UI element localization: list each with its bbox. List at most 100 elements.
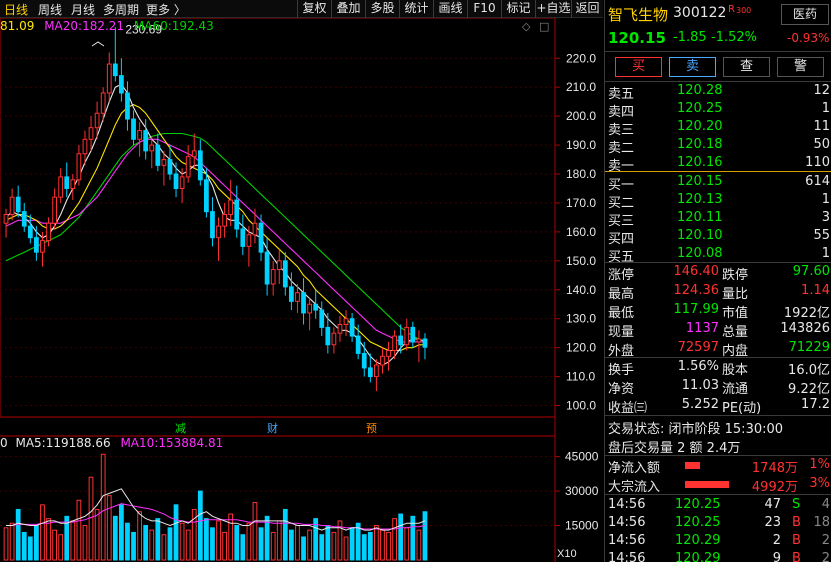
query-button[interactable]: 查 xyxy=(723,57,770,77)
volume-bar xyxy=(143,525,149,561)
tick-row[interactable]: 14:56 120.25 23 B 18 xyxy=(605,514,831,533)
flow-row[interactable]: 净流入额 1748万 1% xyxy=(605,456,831,476)
candle-body xyxy=(155,144,161,166)
ask-row[interactable]: 卖三 120.20 11 xyxy=(605,118,831,138)
sell-button[interactable]: 卖 xyxy=(669,57,716,77)
candle-body xyxy=(137,130,142,140)
tab-multi-period[interactable]: 多周期 xyxy=(103,1,139,18)
volume-bar xyxy=(52,529,57,561)
bid-price: 120.15 xyxy=(677,174,723,189)
event-marker-reduce[interactable]: 减 xyxy=(175,422,186,435)
volume-bar xyxy=(210,527,215,561)
tab-weekly[interactable]: 周线 xyxy=(38,1,62,18)
tab-daily[interactable]: 日线 xyxy=(4,1,28,18)
tab-monthly[interactable]: 月线 xyxy=(71,1,95,18)
ask-price: 120.20 xyxy=(677,119,723,134)
fund-label: 净资 xyxy=(608,382,635,397)
tick-row[interactable]: 14:56 120.29 9 B 2 xyxy=(605,550,831,562)
fund-value: 11.03 xyxy=(681,378,719,393)
volume-bar xyxy=(100,453,106,561)
candle-body xyxy=(301,292,306,314)
candle-body xyxy=(246,234,252,247)
stock-tag-num: 300 xyxy=(736,6,752,15)
fund-value: 1.56% xyxy=(677,359,719,374)
tick-row[interactable]: 14:56 120.25 47 S 4 xyxy=(605,496,831,515)
stat-row[interactable]: 外盘 72597 内盘 71229 xyxy=(605,339,831,359)
candle-body xyxy=(94,112,100,129)
candle-body xyxy=(143,130,149,152)
candle-body xyxy=(319,309,325,328)
sector-badge[interactable]: 医药 xyxy=(781,4,829,25)
volume-bar xyxy=(131,531,136,561)
volume-bar xyxy=(246,522,252,561)
volume-bar xyxy=(374,525,379,561)
ask-price: 120.16 xyxy=(677,155,723,170)
stat-row[interactable]: 最高 124.36 量比 1.14 xyxy=(605,282,831,302)
volume-multiplier-label: X10 xyxy=(557,548,577,560)
volume-bar xyxy=(76,499,82,561)
add-watchlist-button[interactable]: +自选 xyxy=(535,0,571,18)
volume-bar xyxy=(3,527,9,561)
y-tick-label: 160.0 xyxy=(566,225,596,239)
volume-bar xyxy=(40,504,45,561)
ask-row[interactable]: 卖四 120.25 1 xyxy=(605,100,831,120)
event-marker-finance[interactable]: 财 xyxy=(267,421,278,435)
stat-row[interactable]: 涨停 146.40 跌停 97.60 xyxy=(605,263,831,283)
stat-row[interactable]: 现量 1137 总量 143826 xyxy=(605,320,831,340)
volume-bar xyxy=(88,476,94,561)
tab-more[interactable]: 更多 〉 xyxy=(146,1,186,18)
candle-body xyxy=(380,355,385,366)
candle-body xyxy=(34,237,39,253)
back-button[interactable]: 返回 xyxy=(571,0,603,18)
tick-row[interactable]: 14:56 120.29 2 B 2 xyxy=(605,532,831,551)
after-hours-volume: 盘后交易量 2 额 2.4万 xyxy=(608,441,741,456)
bid-row[interactable]: 买二 120.13 1 xyxy=(605,191,831,211)
fundamental-row[interactable]: 收益㈢ 5.252 PE(动) 17.2 xyxy=(605,396,831,416)
stat-row[interactable]: 最低 117.99 市值 1922亿 xyxy=(605,301,831,321)
stat-value: 1922亿 xyxy=(783,306,830,321)
bid-row[interactable]: 买四 120.10 55 xyxy=(605,227,831,247)
fund-value: 17.2 xyxy=(801,397,830,412)
bid-row[interactable]: 买一 120.15 614 xyxy=(605,173,831,193)
ask-row[interactable]: 卖五 120.28 12 xyxy=(605,82,831,102)
bid-price: 120.13 xyxy=(677,192,723,207)
volume-bar xyxy=(289,529,294,561)
ask-row[interactable]: 卖二 120.18 50 xyxy=(605,136,831,156)
alert-button[interactable]: 警 xyxy=(777,57,824,77)
period-toolbar: 日线 周线 月线 多周期 更多 〉 复权 叠加 多股 统计 画线 F10 标记 … xyxy=(0,0,603,18)
tick-price: 120.29 xyxy=(675,533,721,548)
bid-row[interactable]: 买三 120.11 3 xyxy=(605,209,831,229)
event-marker-forecast[interactable]: 预 xyxy=(366,422,377,435)
mark-button[interactable]: 标记 xyxy=(501,0,535,18)
volume-bar xyxy=(82,525,88,561)
square-icon[interactable]: □ xyxy=(539,20,549,33)
candle-body xyxy=(58,176,64,198)
volume-bar xyxy=(173,504,179,561)
volume-bar xyxy=(270,531,276,561)
volume-bar xyxy=(343,536,349,561)
candle-body xyxy=(3,214,9,224)
statistics-button[interactable]: 统计 xyxy=(399,0,433,18)
buy-button[interactable]: 买 xyxy=(615,57,662,77)
multi-stock-button[interactable]: 多股 xyxy=(365,0,399,18)
f10-button[interactable]: F10 xyxy=(467,0,501,18)
overlay-button[interactable]: 叠加 xyxy=(331,0,365,18)
candle-body xyxy=(100,92,106,114)
adjust-button[interactable]: 复权 xyxy=(297,0,331,18)
volume-bar xyxy=(9,522,15,561)
candle-body xyxy=(295,292,300,302)
fundamental-row[interactable]: 换手 1.56% 股本 16.0亿 xyxy=(605,358,831,378)
candle-body xyxy=(276,260,282,271)
volume-bar xyxy=(94,508,100,561)
current-price: 120.15 xyxy=(608,29,666,47)
fund-value: 16.0亿 xyxy=(788,363,830,378)
volume-bar xyxy=(264,515,270,561)
ma-legend: 81.09 MA20:182.21 MA60:192.43 xyxy=(0,19,214,35)
candle-body xyxy=(282,260,288,288)
diamond-icon[interactable]: ◇ xyxy=(522,20,530,33)
draw-line-button[interactable]: 画线 xyxy=(433,0,467,18)
candlestick-chart[interactable]: 220.0 210.0 200.0 190.0 180.0 170.0 160.0 150.0… xyxy=(0,0,603,562)
y-tick-label: 140.0 xyxy=(566,283,596,297)
fundamental-row[interactable]: 净资 11.03 流通 9.22亿 xyxy=(605,377,831,397)
flow-label: 净流入额 xyxy=(608,461,661,476)
